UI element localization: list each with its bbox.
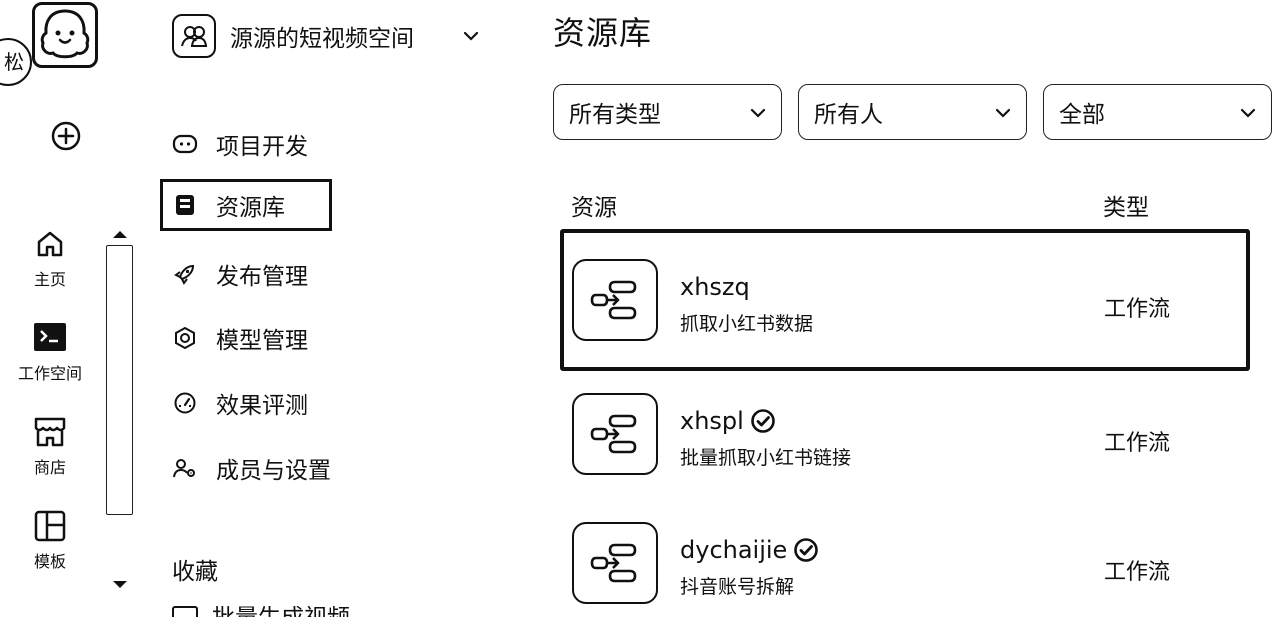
chevron-down-icon bbox=[463, 31, 479, 41]
favorite-item-icon bbox=[172, 606, 198, 617]
template-icon bbox=[34, 510, 66, 542]
app-window: 松 主页 工作空间 商店 模板 源源的短视频空间 项目开发 资源库 发布管理 模… bbox=[0, 0, 1280, 617]
resource-type: 工作流 bbox=[1104, 560, 1171, 585]
rail-label-home: 主页 bbox=[33, 270, 66, 289]
resource-name: dychaijie bbox=[680, 536, 819, 564]
nav-label-models: 模型管理 bbox=[216, 328, 308, 354]
owner-filter-value: 所有人 bbox=[814, 102, 883, 128]
resource-name: xhszq bbox=[680, 273, 750, 301]
caret-down-icon bbox=[113, 581, 127, 588]
resource-description: 抖音账号拆解 bbox=[680, 576, 795, 598]
favorite-item-label: 批量生成视频 bbox=[212, 606, 350, 617]
avatar-text: 松 bbox=[4, 50, 24, 74]
rail-label-workspace: 工作空间 bbox=[17, 364, 82, 383]
rail-item-template[interactable]: 模板 bbox=[6, 510, 94, 572]
nav-item-models[interactable]: 模型管理 bbox=[160, 312, 332, 364]
ghost-logo-icon bbox=[40, 9, 90, 59]
workspace-name: 源源的短视频空间 bbox=[230, 26, 414, 52]
gauge-icon bbox=[172, 390, 198, 416]
verified-check-icon bbox=[794, 538, 819, 562]
chevron-down-icon bbox=[995, 108, 1011, 118]
workspace-switcher[interactable]: 源源的短视频空间 bbox=[172, 13, 492, 59]
nav-item-publish[interactable]: 发布管理 bbox=[160, 248, 332, 300]
app-logo[interactable] bbox=[32, 2, 98, 68]
rocket-icon bbox=[172, 261, 198, 287]
resource-name-text: xhspl bbox=[680, 407, 744, 435]
verified-check-icon bbox=[751, 409, 775, 433]
rail-item-home[interactable]: 主页 bbox=[6, 228, 94, 290]
plus-circle-icon bbox=[51, 121, 81, 151]
resource-type: 工作流 bbox=[1104, 431, 1171, 456]
workflow-icon bbox=[572, 393, 658, 475]
resource-description: 抓取小红书数据 bbox=[680, 313, 814, 335]
members-icon bbox=[172, 455, 198, 481]
nav-item-evaluation[interactable]: 效果评测 bbox=[160, 377, 332, 429]
resource-row[interactable]: xhspl 批量抓取小红书链接 工作流 bbox=[560, 363, 1250, 505]
nav-label-publish: 发布管理 bbox=[216, 264, 308, 290]
chevron-down-icon bbox=[750, 108, 766, 118]
store-icon bbox=[34, 417, 66, 447]
nav-item-library[interactable]: 资源库 bbox=[160, 179, 332, 231]
type-filter-value: 所有类型 bbox=[569, 102, 661, 128]
status-filter-value: 全部 bbox=[1059, 102, 1105, 128]
resource-row[interactable]: dychaijie 抖音账号拆解 工作流 bbox=[560, 492, 1250, 617]
favorites-title: 收藏 bbox=[172, 559, 218, 585]
nav-label-projects: 项目开发 bbox=[216, 134, 308, 160]
workspace-icon bbox=[34, 323, 66, 351]
owner-filter-select[interactable]: 所有人 bbox=[798, 84, 1027, 140]
home-icon bbox=[37, 231, 63, 257]
rail-item-store[interactable]: 商店 bbox=[6, 416, 94, 478]
rail-scrollbar[interactable] bbox=[106, 245, 133, 515]
rail-label-template: 模板 bbox=[33, 552, 66, 571]
workflow-icon bbox=[572, 522, 658, 604]
scroll-up-button[interactable] bbox=[109, 226, 131, 240]
resource-name-text: xhszq bbox=[680, 273, 750, 301]
add-button[interactable] bbox=[50, 120, 82, 152]
bot-icon bbox=[172, 131, 198, 157]
column-header-resource: 资源 bbox=[571, 195, 617, 221]
favorite-item[interactable]: 批量生成视频 bbox=[172, 606, 350, 617]
rail-item-workspace[interactable]: 工作空间 bbox=[6, 322, 94, 384]
nav-label-evaluation: 效果评测 bbox=[216, 393, 308, 419]
model-icon bbox=[172, 325, 198, 351]
type-filter-select[interactable]: 所有类型 bbox=[553, 84, 782, 140]
column-header-type: 类型 bbox=[1103, 195, 1149, 221]
resource-type: 工作流 bbox=[1104, 297, 1171, 322]
resource-description: 批量抓取小红书链接 bbox=[680, 447, 852, 469]
status-filter-select[interactable]: 全部 bbox=[1043, 84, 1272, 140]
nav-item-members[interactable]: 成员与设置 bbox=[160, 442, 332, 494]
nav-label-library: 资源库 bbox=[216, 195, 285, 221]
resource-row[interactable]: xhszq 抓取小红书数据 工作流 bbox=[560, 229, 1250, 371]
chevron-down-icon bbox=[1240, 108, 1256, 118]
rail-label-store: 商店 bbox=[33, 458, 66, 477]
resource-name: xhspl bbox=[680, 407, 776, 435]
team-icon bbox=[172, 14, 216, 58]
avatar[interactable]: 松 bbox=[0, 38, 32, 86]
scroll-down-button[interactable] bbox=[109, 577, 131, 591]
workflow-icon bbox=[572, 259, 658, 341]
library-icon bbox=[172, 192, 198, 218]
caret-up-icon bbox=[113, 231, 127, 238]
page-title: 资源库 bbox=[553, 14, 653, 52]
nav-label-members: 成员与设置 bbox=[216, 458, 331, 484]
resource-name-text: dychaijie bbox=[680, 536, 788, 564]
nav-item-projects[interactable]: 项目开发 bbox=[160, 118, 332, 170]
